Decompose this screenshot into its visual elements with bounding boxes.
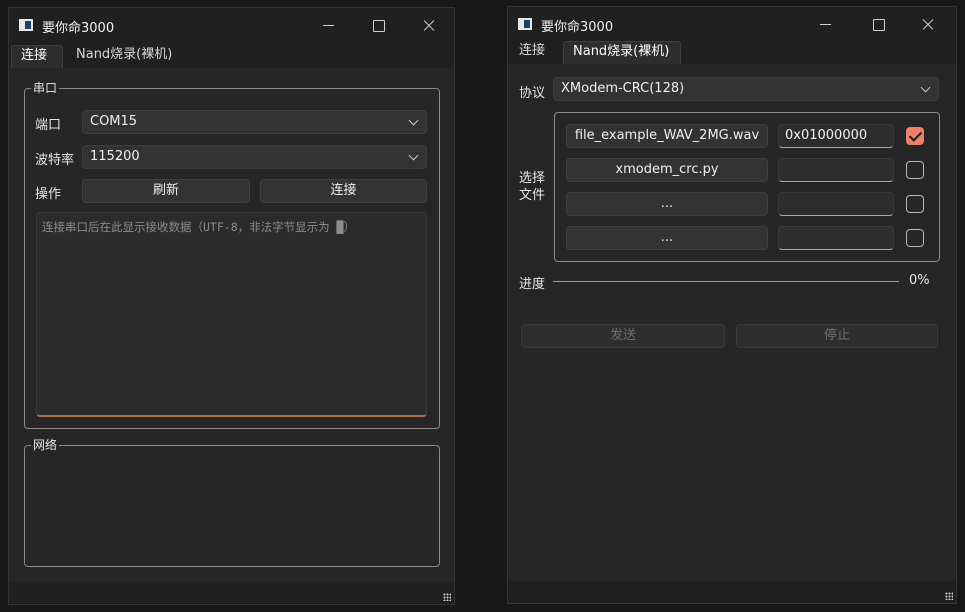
receive-data-textarea[interactable]: 连接串口后在此显示接收数据（UTF-8，非法字节显示为 █） [36,212,427,417]
resize-grip-icon[interactable] [443,593,451,601]
baud-rate-select[interactable]: 115200 [82,145,427,169]
close-icon[interactable] [406,8,452,42]
address-input-4[interactable] [778,226,894,250]
progress-percent: 0% [909,273,930,288]
maximize-icon[interactable] [855,7,901,41]
select-file-button-3[interactable]: ... [566,192,768,216]
send-button[interactable]: 发送 [521,324,725,348]
title-bar[interactable]: 要你命3000 [508,7,956,41]
close-icon[interactable] [905,7,951,41]
protocol-select[interactable]: XModem-CRC(128) [553,77,939,101]
tab-bar: 连接 Nand烧录(裸机) [508,38,956,64]
window-title: 要你命3000 [541,20,614,35]
port-select[interactable]: COM15 [82,110,427,134]
address-input-2[interactable] [778,158,894,182]
port-select-value: COM15 [90,114,138,129]
action-label: 操作 [35,187,62,202]
network-groupbox: 网络 [24,438,440,567]
file-enable-checkbox-3[interactable] [906,195,924,213]
port-label: 端口 [35,118,62,133]
baud-rate-select-value: 115200 [90,149,140,164]
serial-group-title: 串口 [31,81,60,95]
tab-connect[interactable]: 连接 [510,41,558,64]
protocol-label: 协议 [519,86,546,101]
tab-nand-burn[interactable]: Nand烧录(裸机) [67,45,185,68]
progress-label: 进度 [519,277,546,292]
file-enable-checkbox-2[interactable] [906,161,924,179]
window-title: 要你命3000 [42,21,115,36]
protocol-select-value: XModem-CRC(128) [561,81,685,96]
refresh-button[interactable]: 刷新 [82,179,250,203]
tab-nand-burn[interactable]: Nand烧录(裸机) [563,41,681,64]
chevron-down-icon [920,82,931,93]
tab-bar: 连接 Nand烧录(裸机) [9,42,454,68]
chevron-down-icon [408,115,419,126]
address-input-3[interactable] [778,192,894,216]
title-bar[interactable]: 要你命3000 [9,8,454,42]
file-list-groupbox: file_example_WAV_2MG.wav 0x01000000 xmod… [554,112,940,262]
resize-grip-icon[interactable] [945,592,953,600]
status-bar [508,581,956,603]
address-input-1[interactable]: 0x01000000 [778,124,894,148]
baud-rate-label: 波特率 [35,153,75,168]
file-enable-checkbox-4[interactable] [906,229,924,247]
main-window-connect: 要你命3000 连接 Nand烧录(裸机) 串口 端口 COM15 波特率 11… [8,7,455,605]
chevron-down-icon [408,150,419,161]
stop-button[interactable]: 停止 [736,324,938,348]
status-bar [9,582,454,604]
app-icon [19,19,33,31]
select-file-button-4[interactable]: ... [566,226,768,250]
serial-groupbox: 串口 端口 COM15 波特率 115200 操作 刷新 连接 连接串口后在此显… [24,81,440,429]
network-group-title: 网络 [31,438,60,452]
main-window-nand-burn: 要你命3000 连接 Nand烧录(裸机) 协议 XModem-CRC(128)… [507,6,957,604]
maximize-icon[interactable] [355,8,401,42]
progress-bar [553,281,899,282]
minimize-icon[interactable] [306,8,352,42]
app-icon [518,18,532,30]
file-enable-checkbox-1[interactable] [906,127,924,145]
select-file-label: 选择 文件 [519,171,546,203]
tab-connect[interactable]: 连接 [11,45,63,68]
select-file-button-1[interactable]: file_example_WAV_2MG.wav [566,124,768,148]
select-file-button-2[interactable]: xmodem_crc.py [566,158,768,182]
connect-button[interactable]: 连接 [260,179,427,203]
receive-data-placeholder: 连接串口后在此显示接收数据（UTF-8，非法字节显示为 █） [42,220,355,234]
minimize-icon[interactable] [803,7,849,41]
